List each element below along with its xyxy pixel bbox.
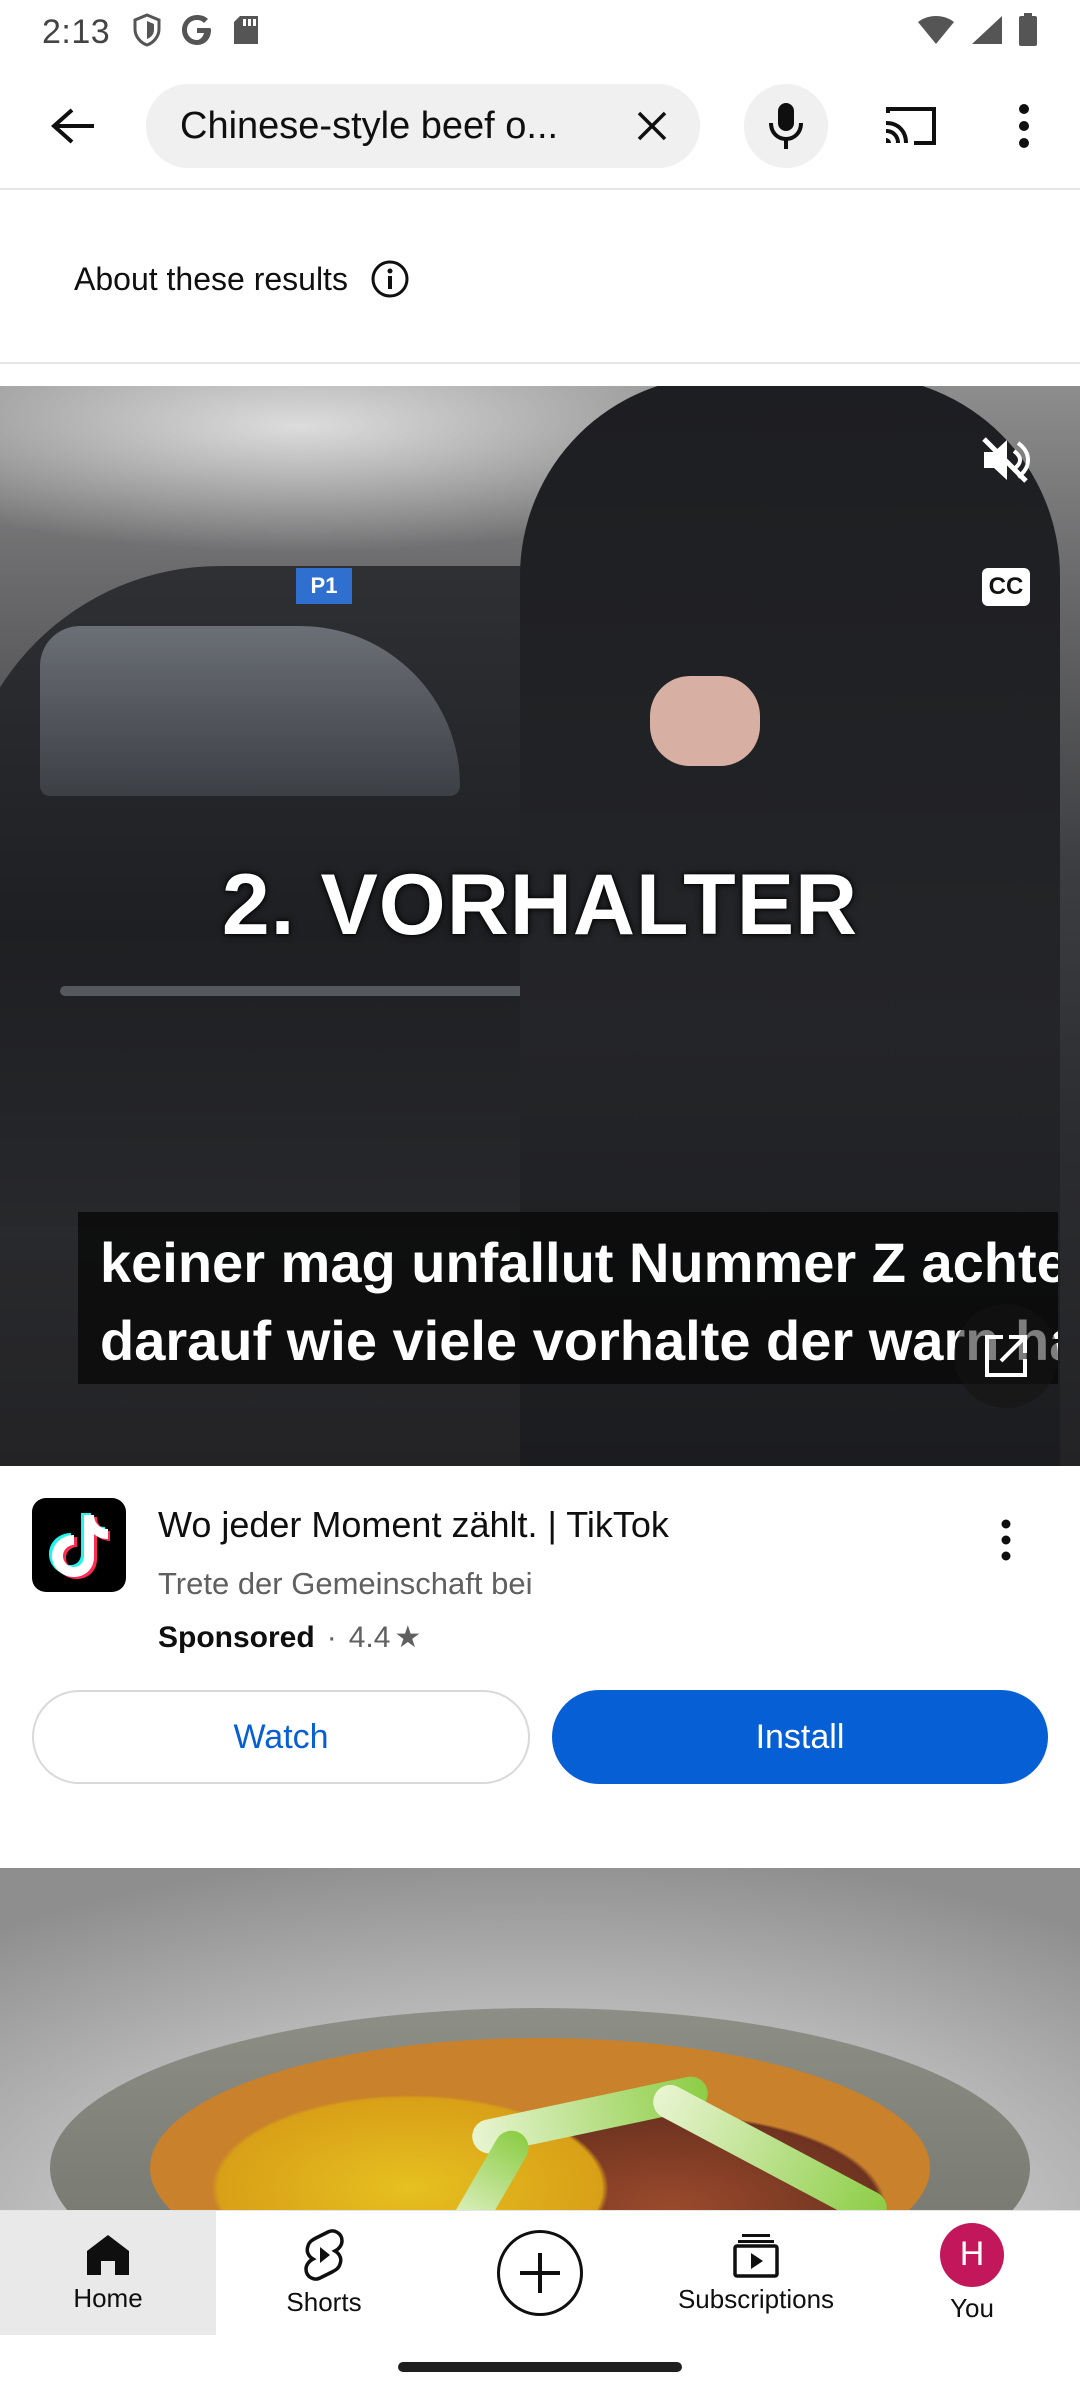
star-icon: ★ bbox=[394, 1621, 422, 1654]
open-in-new-icon bbox=[985, 1335, 1027, 1377]
meta-separator: · bbox=[326, 1620, 337, 1654]
nav-create[interactable] bbox=[432, 2211, 648, 2335]
google-icon bbox=[180, 13, 214, 52]
caption-line: keiner mag unfallut Nummer Z achte bbox=[100, 1231, 1058, 1294]
shorts-icon bbox=[304, 2228, 344, 2281]
voice-search-button[interactable] bbox=[744, 84, 828, 168]
info-icon[interactable] bbox=[370, 259, 410, 299]
shield-icon bbox=[132, 12, 162, 52]
nav-home[interactable]: Home bbox=[0, 2211, 216, 2335]
nav-subscriptions-label: Subscriptions bbox=[677, 2283, 835, 2314]
cast-icon bbox=[885, 107, 936, 145]
more-vert-icon bbox=[1019, 104, 1029, 148]
volume-off-icon bbox=[982, 437, 1031, 483]
mute-toggle-button[interactable] bbox=[976, 432, 1036, 488]
video-overlay-title: 2. VORHALTER bbox=[221, 857, 859, 953]
sponsored-label: Sponsored bbox=[158, 1620, 315, 1654]
nav-shorts[interactable]: Shorts bbox=[216, 2211, 432, 2335]
subscriptions-icon bbox=[733, 2233, 779, 2278]
clear-search-button[interactable] bbox=[626, 100, 678, 152]
sd-card-icon bbox=[232, 14, 260, 51]
back-button[interactable] bbox=[40, 96, 106, 156]
status-bar: 2:13 bbox=[0, 0, 1080, 64]
header-divider bbox=[0, 188, 1080, 190]
search-header: Chinese-style beef o... bbox=[0, 64, 1080, 190]
captions-button[interactable]: CC bbox=[982, 568, 1030, 606]
install-button[interactable]: Install bbox=[552, 1690, 1048, 1784]
search-input[interactable]: Chinese-style beef o... bbox=[146, 84, 700, 168]
about-results-label: About these results bbox=[74, 260, 348, 297]
status-time: 2:13 bbox=[42, 12, 111, 51]
create-plus-icon bbox=[497, 2230, 583, 2316]
section-divider bbox=[0, 362, 1080, 364]
wifi-icon bbox=[916, 14, 956, 51]
ad-title[interactable]: Wo jeder Moment zählt. | TikTok bbox=[158, 1504, 669, 1546]
video-player[interactable]: P1 2. VORHALTER keiner mag unfallut Numm… bbox=[0, 386, 1080, 1466]
search-query-text: Chinese-style beef o... bbox=[180, 104, 559, 147]
nav-shorts-label: Shorts bbox=[286, 2286, 362, 2317]
rating-value: 4.4 bbox=[348, 1620, 391, 1654]
open-external-button[interactable] bbox=[954, 1304, 1058, 1408]
ad-more-options-button[interactable] bbox=[980, 1508, 1032, 1572]
nav-subscriptions[interactable]: Subscriptions bbox=[648, 2211, 864, 2335]
cast-button[interactable] bbox=[876, 94, 946, 158]
home-icon bbox=[87, 2234, 129, 2275]
nav-you[interactable]: H You bbox=[864, 2211, 1080, 2335]
arrow-left-icon bbox=[50, 108, 94, 144]
tiktok-app-icon[interactable] bbox=[32, 1498, 126, 1592]
nav-you-label: You bbox=[950, 2292, 994, 2323]
nav-home-label: Home bbox=[73, 2282, 143, 2313]
ad-description: Trete der Gemeinschaft bei bbox=[158, 1566, 533, 1601]
parking-sign: P1 bbox=[296, 568, 352, 604]
more-vert-icon bbox=[1001, 1519, 1011, 1561]
caption-line: darauf wie viele vorhalte der warn hat bbox=[100, 1309, 1058, 1372]
cell-signal-icon bbox=[970, 14, 1004, 51]
status-icons-left bbox=[132, 12, 260, 52]
avatar: H bbox=[940, 2222, 1004, 2287]
microphone-icon bbox=[769, 103, 803, 149]
close-icon bbox=[637, 111, 667, 141]
status-icons-right bbox=[916, 12, 1038, 52]
watch-button[interactable]: Watch bbox=[32, 1690, 530, 1784]
tiktok-logo-icon bbox=[49, 1513, 110, 1579]
video-thumbnail[interactable] bbox=[0, 1868, 1080, 2210]
video-hand-shape bbox=[650, 676, 760, 766]
ad-meta: Sponsored · 4.4 ★ bbox=[158, 1620, 421, 1655]
battery-icon bbox=[1018, 12, 1038, 52]
home-indicator[interactable] bbox=[398, 2362, 682, 2372]
about-results-row[interactable]: About these results bbox=[74, 254, 410, 304]
sponsored-ad: Wo jeder Moment zählt. | TikTok Trete de… bbox=[0, 1466, 1080, 1866]
bottom-navigation: Home Shorts Subscriptions H You bbox=[0, 2210, 1080, 2335]
caption-box: keiner mag unfallut Nummer Z achte darau… bbox=[78, 1212, 1058, 1384]
more-options-button[interactable] bbox=[994, 94, 1054, 158]
